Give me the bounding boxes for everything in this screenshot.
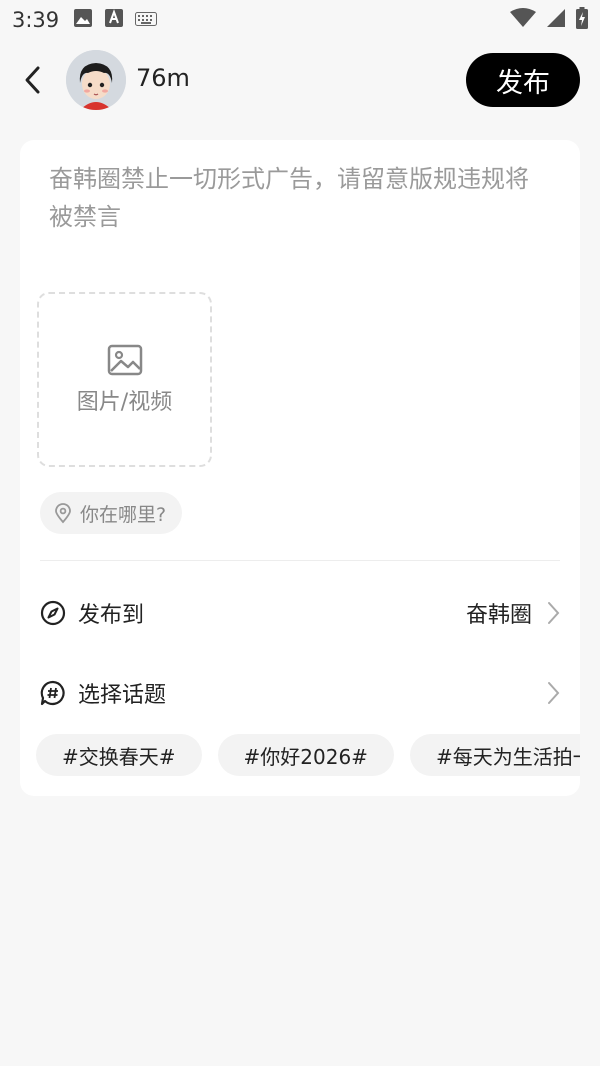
chevron-right-icon (548, 602, 560, 624)
compass-icon (40, 600, 66, 626)
avatar[interactable] (66, 50, 126, 110)
font-notification-icon (105, 8, 124, 32)
topic-suggestions: #交换春天# #你好2026# #每天为生活拍一张照# (36, 734, 580, 776)
image-notification-icon (73, 8, 93, 32)
topic-select-label: 选择话题 (78, 683, 167, 708)
status-system-icons (510, 7, 588, 33)
location-label: 你在哪里? (80, 503, 167, 526)
publish-button[interactable]: 发布 (466, 53, 580, 107)
topic-chip[interactable]: #交换春天# (36, 734, 202, 776)
composer-card: 奋韩圈禁止一切形式广告，请留意版规违规将被禁言 图片/视频 你在哪里? 发布到 … (20, 140, 580, 796)
publish-to-row[interactable]: 发布到 奋韩圈 (40, 588, 560, 638)
battery-icon (576, 7, 588, 33)
post-text-input[interactable]: 奋韩圈禁止一切形式广告，请留意版规违规将被禁言 (49, 160, 549, 236)
username: 76m (136, 64, 190, 92)
status-notification-icons (73, 8, 158, 32)
media-upload-label: 图片/视频 (76, 389, 173, 415)
hashtag-bubble-icon (40, 680, 65, 706)
wifi-icon (510, 8, 536, 32)
publish-to-label: 发布到 (78, 603, 145, 628)
location-button[interactable]: 你在哪里? (40, 492, 183, 534)
topic-chip[interactable]: #你好2026# (217, 734, 394, 776)
topic-select-row[interactable]: 选择话题 (40, 668, 560, 718)
location-pin-icon (55, 503, 71, 524)
media-upload-button[interactable]: 图片/视频 (37, 292, 212, 467)
image-icon (107, 344, 142, 375)
top-bar: 76m 发布 (0, 40, 600, 120)
status-time: 3:39 (12, 8, 60, 32)
status-bar: 3:39 (0, 0, 600, 40)
chevron-right-icon (548, 682, 560, 704)
divider (40, 560, 560, 561)
publish-to-value: 奋韩圈 (465, 603, 532, 628)
keyboard-notification-icon (135, 11, 158, 30)
topic-chip[interactable]: #每天为生活拍一张照# (409, 734, 580, 776)
back-button[interactable] (18, 62, 48, 98)
signal-icon (546, 8, 566, 32)
chevron-left-icon (25, 66, 40, 94)
